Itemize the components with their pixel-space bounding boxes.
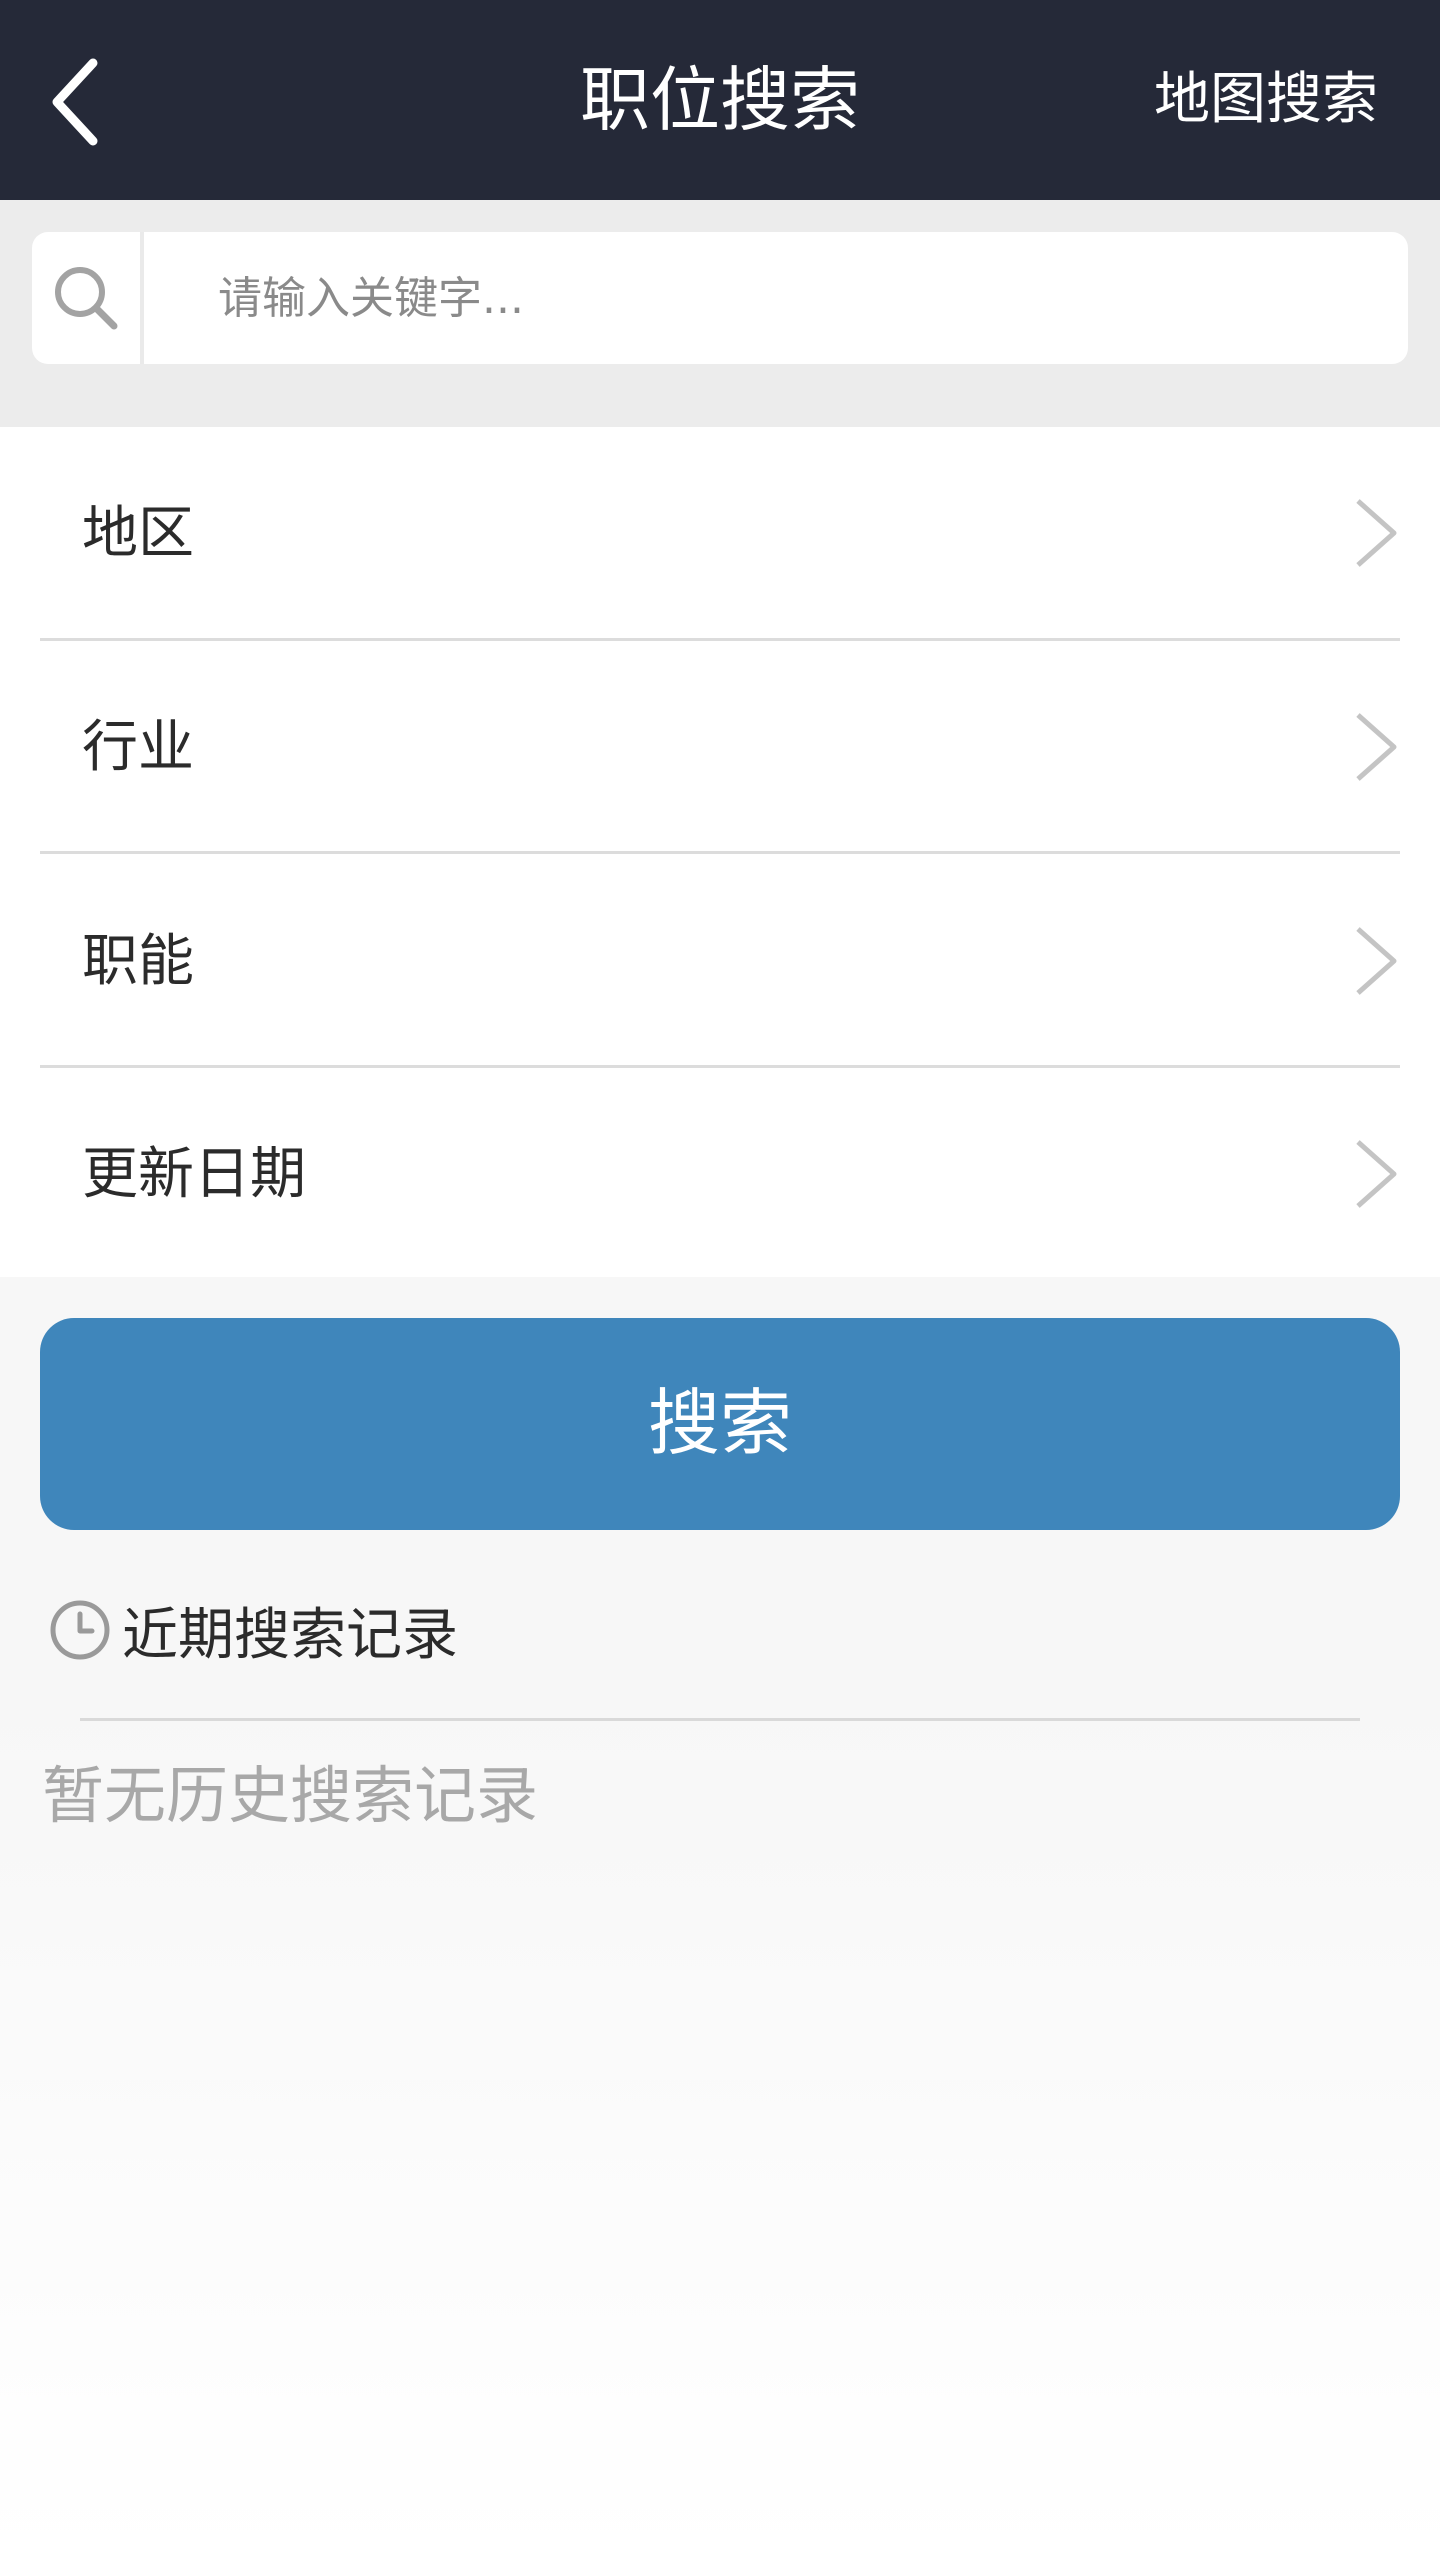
clock-icon xyxy=(50,1600,110,1660)
filter-label: 职能 xyxy=(82,929,194,994)
filter-item-function[interactable]: 职能 xyxy=(0,855,1440,1068)
history-empty-text: 暂无历史搜索记录 xyxy=(42,1759,539,1832)
filter-item-industry[interactable]: 行业 xyxy=(0,641,1440,854)
chevron-right-icon xyxy=(1356,1140,1397,1208)
filter-item-update-date[interactable]: 更新日期 xyxy=(0,1068,1440,1281)
search-icon[interactable] xyxy=(32,232,140,364)
filter-item-region[interactable]: 地区 xyxy=(0,427,1440,640)
filter-list: 地区 行业 职能 更新日期 xyxy=(0,427,1440,1277)
chevron-right-icon xyxy=(1356,927,1397,995)
top-nav-bar: 职位搜索 地图搜索 xyxy=(0,0,1440,200)
map-search-button[interactable]: 地图搜索 xyxy=(1154,0,1378,200)
chevron-right-icon xyxy=(1356,499,1397,567)
search-box xyxy=(32,232,1408,364)
filter-label: 地区 xyxy=(82,501,194,566)
divider xyxy=(80,1718,1360,1721)
history-title: 近期搜索记录 xyxy=(122,1602,458,1668)
filter-label: 更新日期 xyxy=(82,1142,306,1207)
filter-label: 行业 xyxy=(82,715,194,780)
chevron-right-icon xyxy=(1356,713,1397,781)
divider xyxy=(40,851,1400,854)
history-header: 近期搜索记录 xyxy=(48,1590,458,1670)
search-button[interactable]: 搜索 xyxy=(40,1318,1400,1530)
search-input[interactable] xyxy=(144,232,1394,364)
search-area xyxy=(0,200,1440,427)
